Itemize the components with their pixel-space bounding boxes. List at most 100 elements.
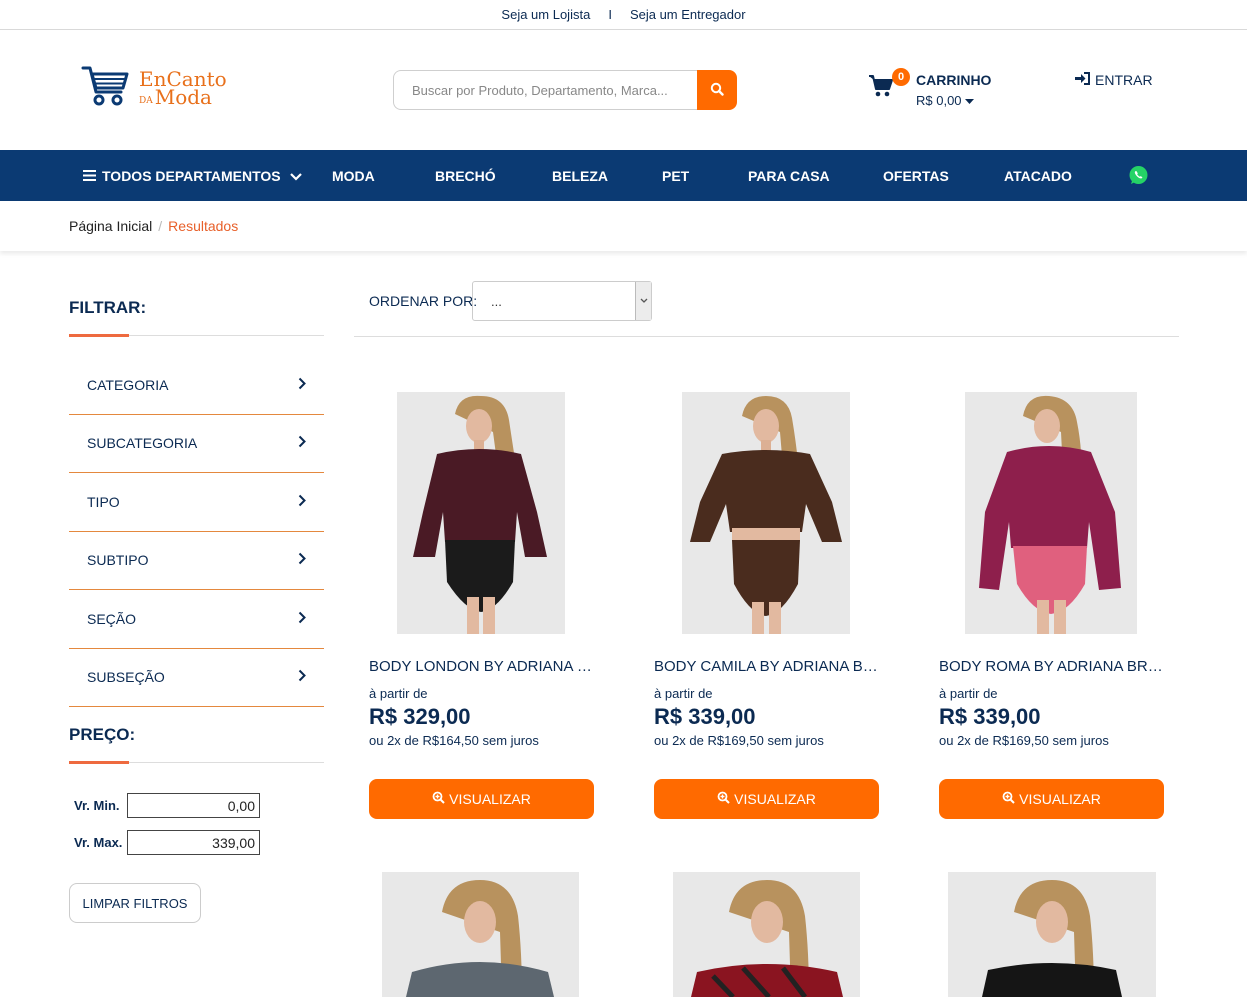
product-price: R$ 339,00 — [654, 704, 756, 729]
zoom-in-icon — [1002, 791, 1019, 807]
filter-item-subcategoria[interactable]: SUBCATEGORIA — [69, 415, 324, 473]
nav-all-departments-label: TODOS DEPARTAMENTOS — [102, 167, 281, 184]
filter-item-subtipo[interactable]: SUBTIPO — [69, 532, 324, 590]
filter-item-label: CATEGORIA — [87, 376, 169, 393]
nav-item-beleza[interactable]: BELEZA — [552, 150, 608, 201]
filter-item-label: SUBTIPO — [87, 552, 149, 569]
filter-item-label: TIPO — [87, 493, 120, 510]
login-link[interactable]: ENTRAR — [1075, 72, 1153, 88]
view-product-button[interactable]: VISUALIZAR — [654, 779, 879, 819]
chevron-right-icon — [298, 669, 306, 685]
filter-title-label: FILTRAR: — [69, 298, 147, 317]
breadcrumb-home[interactable]: Página Inicial — [69, 218, 152, 234]
logo-line2: Moda — [154, 84, 212, 109]
zoom-in-icon — [717, 791, 734, 807]
logo-text: EnCanto DA Moda — [139, 69, 227, 109]
logo-da: DA — [139, 95, 153, 106]
product-image[interactable] — [965, 392, 1137, 634]
product-from-label: à partir de — [654, 686, 713, 701]
search-input[interactable] — [393, 70, 697, 110]
main-nav: TODOS DEPARTAMENTOS MODA BRECHÓ BELEZA P… — [0, 150, 1247, 201]
filter-item-subsecao[interactable]: SUBSEÇÃO — [69, 649, 324, 707]
link-seja-entregador[interactable]: Seja um Entregador — [630, 7, 746, 22]
clear-filters-button[interactable]: LIMPAR FILTROS — [69, 883, 201, 923]
chevron-down-icon — [635, 282, 651, 320]
sort-label: ORDENAR POR: — [369, 293, 478, 309]
chevron-right-icon — [298, 494, 306, 510]
header: EnCanto DAModa 0 CARRINHO R$ 0,00 — [0, 30, 1247, 150]
whatsapp-icon[interactable] — [1128, 150, 1149, 201]
product-image[interactable] — [397, 392, 565, 634]
nav-item-para-casa[interactable]: PARA CASA — [748, 150, 830, 201]
price-title: PREÇO: — [69, 707, 324, 764]
product-image[interactable] — [673, 872, 860, 997]
search-button[interactable] — [697, 70, 737, 110]
logo[interactable]: EnCanto DA Moda — [81, 62, 227, 113]
product-installments: ou 2x de R$164,50 sem juros — [369, 733, 539, 748]
product-name[interactable]: BODY LONDON BY ADRIANA BRANDÃO — [369, 658, 594, 675]
price-title-label: PREÇO: — [69, 725, 136, 744]
view-product-button[interactable]: VISUALIZAR — [939, 779, 1164, 819]
product-from-label: à partir de — [369, 686, 428, 701]
search-bar — [393, 70, 737, 110]
filter-item-label: SEÇÃO — [87, 610, 137, 627]
sort-select[interactable]: ... — [472, 281, 652, 321]
price-min-label: Vr. Min. — [74, 798, 120, 813]
price-max-row: Vr. Max. — [69, 830, 324, 855]
breadcrumb-separator: / — [158, 218, 163, 234]
nav-all-departments[interactable]: TODOS DEPARTAMENTOS — [83, 150, 302, 201]
price-min-row: Vr. Min. — [69, 793, 324, 818]
nav-item-ofertas[interactable]: OFERTAS — [883, 150, 949, 201]
product-price: R$ 339,00 — [939, 704, 1041, 729]
topbar-separator: I — [608, 7, 612, 22]
breadcrumb: Página Inicial / Resultados — [0, 201, 1247, 251]
sort-bar: ORDENAR POR: ... — [354, 280, 1179, 337]
shopping-cart-icon: 0 — [868, 68, 910, 104]
sort-select-value: ... — [491, 293, 502, 309]
cart-value: R$ 0,00 — [916, 93, 962, 108]
cart-value-row: R$ 0,00 — [916, 93, 991, 108]
product-image[interactable] — [382, 872, 579, 997]
product-name[interactable]: BODY CAMILA BY ADRIANA BRANDÃO — [654, 658, 879, 675]
price-max-label: Vr. Max. — [74, 835, 123, 850]
top-bar: Seja um Lojista I Seja um Entregador — [0, 0, 1247, 30]
product-image[interactable] — [682, 392, 850, 634]
filter-title: FILTRAR: — [69, 280, 324, 337]
price-title-accent — [69, 761, 129, 764]
nav-item-brecho[interactable]: BRECHÓ — [435, 150, 496, 201]
product-from-label: à partir de — [939, 686, 998, 701]
chevron-right-icon — [298, 377, 306, 393]
view-product-button[interactable]: VISUALIZAR — [369, 779, 594, 819]
zoom-in-icon — [432, 791, 449, 807]
price-min-input[interactable] — [127, 793, 260, 818]
chevron-right-icon — [298, 611, 306, 627]
filter-item-tipo[interactable]: TIPO — [69, 473, 324, 532]
filter-item-label: SUBCATEGORIA — [87, 435, 198, 452]
nav-item-moda[interactable]: MODA — [332, 150, 375, 201]
filter-title-accent — [69, 334, 129, 337]
product-installments: ou 2x de R$169,50 sem juros — [654, 733, 824, 748]
nav-item-atacado[interactable]: ATACADO — [1004, 150, 1072, 201]
filter-sidebar: FILTRAR: CATEGORIA SUBCATEGORIA TIPO SUB… — [69, 280, 324, 923]
cart-title: CARRINHO — [916, 72, 992, 88]
cart-widget[interactable]: 0 CARRINHO R$ 0,00 — [868, 66, 991, 108]
product-image[interactable] — [948, 872, 1156, 997]
filter-item-secao[interactable]: SEÇÃO — [69, 590, 324, 649]
breadcrumb-current: Resultados — [168, 218, 239, 234]
product-name[interactable]: BODY ROMA BY ADRIANA BRANDÃO — [939, 658, 1164, 675]
chevron-right-icon — [298, 435, 306, 451]
view-product-label: VISUALIZAR — [734, 791, 816, 807]
login-label: ENTRAR — [1095, 72, 1153, 88]
link-seja-lojista[interactable]: Seja um Lojista — [501, 7, 590, 22]
chevron-right-icon — [298, 552, 306, 568]
product-installments: ou 2x de R$169,50 sem juros — [939, 733, 1109, 748]
bars-icon — [83, 168, 96, 184]
filter-item-categoria[interactable]: CATEGORIA — [69, 356, 324, 415]
sign-in-icon — [1075, 72, 1095, 88]
price-max-input[interactable] — [127, 830, 260, 855]
view-product-label: VISUALIZAR — [449, 791, 531, 807]
filter-item-label: SUBSEÇÃO — [87, 669, 165, 686]
filter-list: CATEGORIA SUBCATEGORIA TIPO SUBTIPO SEÇÃ… — [69, 356, 324, 707]
product-price: R$ 329,00 — [369, 704, 471, 729]
nav-item-pet[interactable]: PET — [662, 150, 689, 201]
